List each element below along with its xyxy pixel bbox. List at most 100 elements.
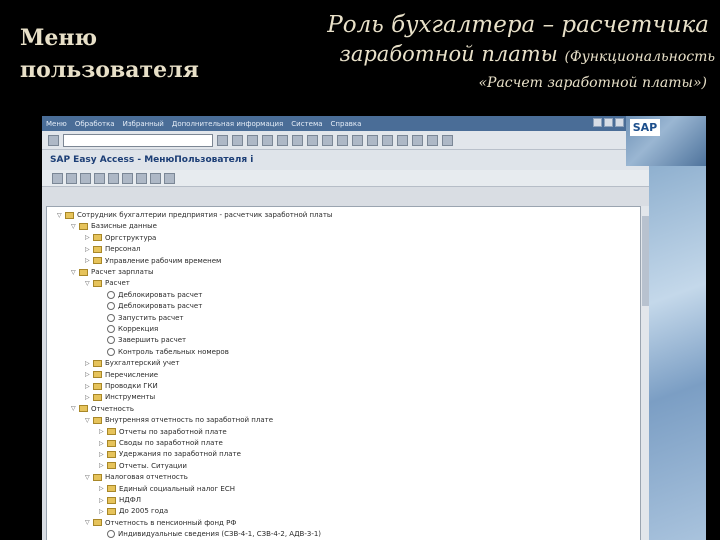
collapsed-arrow-icon[interactable]: ▷ — [85, 257, 93, 264]
window-controls — [593, 118, 624, 127]
save-icon[interactable] — [232, 134, 243, 146]
documentation-icon[interactable] — [94, 172, 105, 184]
tree-node[interactable]: ▷ Отчеты. Ситуации — [99, 460, 187, 472]
right-title-line3: «Расчет заработной платы») — [478, 75, 707, 91]
last-page-icon[interactable] — [382, 134, 393, 146]
tree-node[interactable]: ▽ Базисные данные — [71, 220, 157, 232]
expanded-arrow-icon[interactable]: ▽ — [71, 269, 79, 276]
menu-item-favorites[interactable]: Избранный — [123, 120, 164, 128]
tree-node[interactable]: ▷ Удержания по заработной плате — [99, 448, 241, 460]
other-menu-icon[interactable] — [52, 172, 63, 184]
favorites-delete-icon[interactable] — [136, 172, 147, 184]
tree-node[interactable]: Деблокировать расчет — [99, 300, 202, 312]
tree-node[interactable]: Завершить расчет — [99, 334, 186, 346]
collapsed-arrow-icon[interactable]: ▷ — [99, 497, 107, 504]
collapsed-arrow-icon[interactable]: ▷ — [99, 462, 107, 469]
create-role-icon[interactable] — [66, 172, 77, 184]
expanded-arrow-icon[interactable]: ▽ — [85, 519, 93, 526]
tree-node[interactable]: ▷ Бухгалтерский учет — [85, 357, 179, 369]
tree-node[interactable]: ▷ Отчеты по заработной плате — [99, 426, 227, 438]
expanded-arrow-icon[interactable]: ▽ — [71, 405, 79, 412]
tree-node[interactable]: ▽ Отчетность — [71, 403, 134, 415]
layout-icon[interactable] — [442, 134, 453, 146]
cancel-icon[interactable] — [277, 134, 288, 146]
tree-node[interactable]: ▷ Управление рабочим временем — [85, 255, 221, 267]
tree-node-label: Базисные данные — [91, 222, 157, 231]
expanded-arrow-icon[interactable]: ▽ — [71, 223, 79, 230]
expand-icon[interactable] — [150, 172, 161, 184]
collapsed-arrow-icon[interactable]: ▷ — [85, 360, 93, 367]
tree-node-label: Единый социальный налог ЕСН — [119, 484, 236, 493]
menu-item-help[interactable]: Справка — [331, 120, 362, 128]
expanded-arrow-icon[interactable]: ▽ — [85, 280, 93, 287]
assign-users-icon[interactable] — [80, 172, 91, 184]
tree-node[interactable]: Контроль табельных номеров — [99, 346, 229, 358]
collapsed-arrow-icon[interactable]: ▷ — [85, 234, 93, 241]
tree-node-label: Инструменты — [105, 393, 156, 402]
first-page-icon[interactable] — [337, 134, 348, 146]
collapsed-arrow-icon[interactable]: ▷ — [85, 371, 93, 378]
tree-node[interactable]: ▷ Единый социальный налог ЕСН — [99, 483, 235, 495]
tree-node[interactable]: ▷ Инструменты — [85, 391, 155, 403]
favorites-add-icon[interactable] — [108, 172, 119, 184]
tree-node[interactable]: ▷ Персонал — [85, 243, 141, 255]
shortcut-icon[interactable] — [412, 134, 423, 146]
folder-icon — [107, 428, 116, 436]
command-field[interactable] — [63, 133, 213, 147]
collapsed-arrow-icon[interactable]: ▷ — [99, 428, 107, 435]
menu-item-edit[interactable]: Обработка — [75, 120, 115, 128]
enter-icon[interactable] — [48, 134, 59, 146]
collapsed-arrow-icon[interactable]: ▷ — [85, 383, 93, 390]
tree-node[interactable]: ▷ Перечисление — [85, 369, 158, 381]
tree-node[interactable]: Запустить расчет — [99, 312, 184, 324]
exit-icon[interactable] — [262, 134, 273, 146]
scrollbar-thumb[interactable] — [642, 216, 649, 306]
find-icon[interactable] — [307, 134, 318, 146]
expanded-arrow-icon[interactable]: ▽ — [57, 212, 65, 219]
tree-node[interactable]: ▽ Сотрудник бухгалтерии предприятия - рас… — [57, 209, 332, 221]
tree-node[interactable]: ▷ НДФЛ — [99, 494, 141, 506]
tree-node[interactable]: Коррекция — [99, 323, 158, 335]
collapsed-arrow-icon[interactable]: ▷ — [99, 440, 107, 447]
collapsed-arrow-icon[interactable]: ▷ — [85, 246, 93, 253]
menu-item-menu[interactable]: Меню — [46, 120, 67, 128]
expanded-arrow-icon[interactable]: ▽ — [85, 474, 93, 481]
tree-node[interactable]: ▷ Оргструктура — [85, 232, 156, 244]
favorites-edit-icon[interactable] — [122, 172, 133, 184]
maximize-icon[interactable] — [604, 118, 613, 127]
menu-item-extras[interactable]: Дополнительная информация — [172, 120, 283, 128]
prev-page-icon[interactable] — [352, 134, 363, 146]
folder-icon — [93, 393, 102, 401]
tree-node[interactable]: ▽ Внутренняя отчетность по заработной пла… — [85, 414, 273, 426]
tree-node[interactable]: Индивидуальные сведения (СЗВ-4-1, СЗВ-4-… — [99, 528, 321, 540]
tree-node[interactable]: ▷ Своды по заработной плате — [99, 437, 223, 449]
tree-node[interactable]: ▷ До 2005 года — [99, 505, 168, 517]
collapsed-arrow-icon[interactable]: ▷ — [99, 508, 107, 515]
tree-node[interactable]: Деблокировать расчет — [99, 289, 202, 301]
help-icon[interactable] — [427, 134, 438, 146]
print-icon[interactable] — [292, 134, 303, 146]
collapsed-arrow-icon[interactable]: ▷ — [99, 485, 107, 492]
tree-node-label: Удержания по заработной плате — [119, 450, 241, 459]
collapsed-arrow-icon[interactable]: ▷ — [85, 394, 93, 401]
collapsed-arrow-icon[interactable]: ▷ — [99, 451, 107, 458]
close-icon[interactable] — [615, 118, 624, 127]
tree-node[interactable]: ▽ Отчетность в пенсионный фонд РФ — [85, 517, 236, 529]
next-page-icon[interactable] — [367, 134, 378, 146]
menu-item-system[interactable]: Система — [291, 120, 322, 128]
find-next-icon[interactable] — [322, 134, 333, 146]
expanded-arrow-icon[interactable]: ▽ — [85, 417, 93, 424]
tree-node[interactable]: ▽ Расчет — [85, 277, 130, 289]
tree-node[interactable]: ▽ Расчет зарплаты — [71, 266, 154, 278]
tree-node[interactable]: ▽ Налоговая отчетность — [85, 471, 188, 483]
tree-node[interactable]: ▷ Проводки ГКИ — [85, 380, 158, 392]
folder-icon — [93, 279, 102, 287]
dropdown-icon[interactable] — [217, 134, 228, 146]
back-icon[interactable] — [247, 134, 258, 146]
minimize-icon[interactable] — [593, 118, 602, 127]
collapse-icon[interactable] — [164, 172, 175, 184]
new-session-icon[interactable] — [397, 134, 408, 146]
folder-icon — [107, 496, 116, 504]
standard-toolbar — [42, 131, 706, 150]
tree-node-label: Завершить расчет — [118, 336, 187, 345]
